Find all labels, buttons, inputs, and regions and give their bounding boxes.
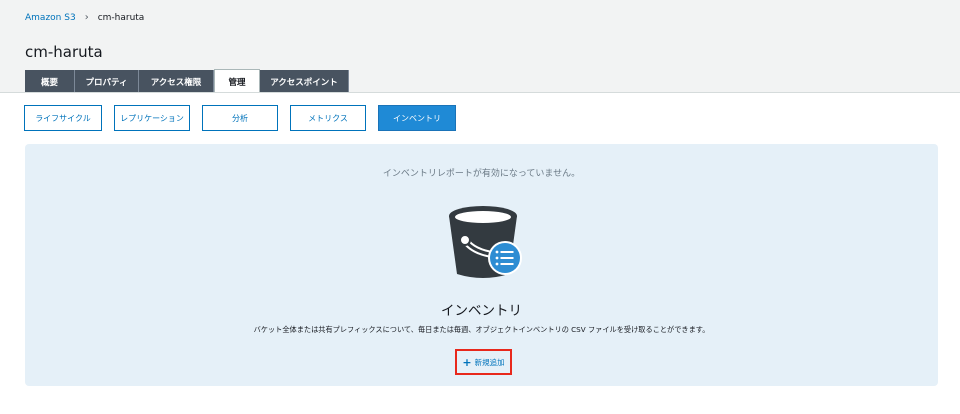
tab-access-points[interactable]: アクセスポイント	[260, 70, 349, 93]
subtab-inventory[interactable]: インベントリ	[378, 105, 456, 131]
tabs-divider	[0, 92, 960, 93]
subtab-metrics[interactable]: メトリクス	[290, 105, 366, 131]
tab-properties[interactable]: プロパティ	[75, 70, 139, 93]
page-title: cm-haruta	[25, 43, 103, 61]
subtab-lifecycle[interactable]: ライフサイクル	[24, 105, 102, 131]
bucket-list-icon	[449, 206, 522, 278]
subtab-analytics[interactable]: 分析	[202, 105, 278, 131]
tab-permissions[interactable]: アクセス権限	[139, 70, 214, 93]
add-new-button[interactable]: + 新規追加	[455, 349, 512, 375]
empty-state-message: インベントリレポートが有効になっていません。	[382, 169, 581, 179]
inventory-description: バケット全体または共有プレフィックスについて、毎日または毎週、オブジェクトインベ…	[253, 325, 710, 334]
subtab-replication[interactable]: レプリケーション	[114, 105, 190, 131]
tab-management[interactable]: 管理	[214, 69, 260, 93]
breadcrumb-current: cm-haruta	[97, 12, 145, 23]
management-subtabs: ライフサイクル レプリケーション 分析 メトリクス インベントリ	[24, 105, 468, 131]
plus-icon: +	[462, 355, 472, 369]
breadcrumb-link-s3[interactable]: Amazon S3	[25, 13, 76, 23]
page-header: Amazon S3 › cm-haruta cm-haruta 概要 プロパティ…	[0, 0, 960, 93]
breadcrumb: Amazon S3 › cm-haruta	[25, 12, 144, 23]
bucket-tabs: 概要 プロパティ アクセス権限 管理 アクセスポイント	[25, 69, 349, 93]
chevron-right-icon: ›	[84, 12, 89, 23]
inventory-heading: インベントリ	[441, 303, 522, 319]
tab-overview[interactable]: 概要	[25, 70, 75, 93]
inventory-empty-panel: インベントリレポートが有効になっていません。 インベントリ バケット全体または共…	[25, 144, 938, 386]
add-new-label: 新規追加	[474, 357, 505, 367]
